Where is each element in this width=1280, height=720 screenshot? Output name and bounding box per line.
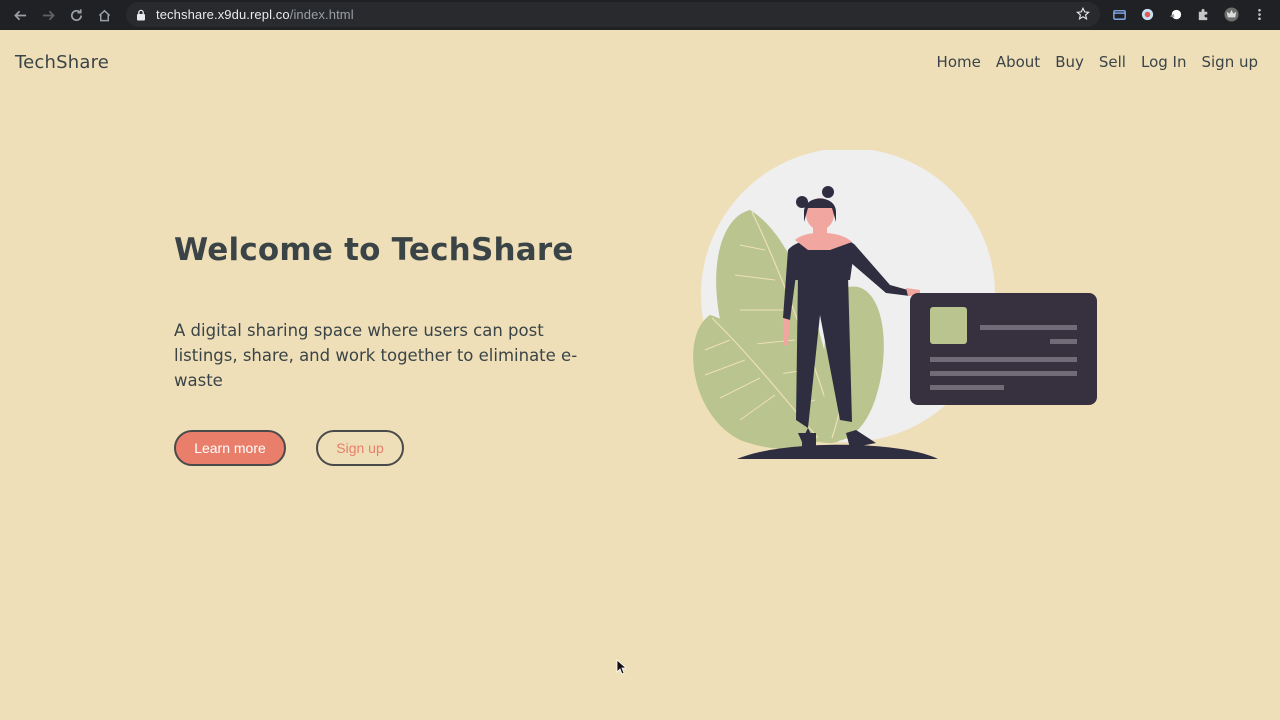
menu-icon[interactable] xyxy=(1248,3,1270,25)
nav-log-in[interactable]: Log In xyxy=(1141,53,1187,71)
nav-sell[interactable]: Sell xyxy=(1099,53,1126,71)
site-header: TechShare Home About Buy Sell Log In Sig… xyxy=(0,30,1280,94)
nav-home[interactable]: Home xyxy=(937,53,981,71)
url-path: /index.html xyxy=(289,7,354,22)
hero-title: Welcome to TechShare xyxy=(174,232,574,268)
hero-illustration xyxy=(693,150,1097,459)
tab-search-icon[interactable] xyxy=(1108,3,1130,25)
site-brand[interactable]: TechShare xyxy=(15,52,109,73)
mouse-cursor-icon xyxy=(616,659,626,675)
nav-buy[interactable]: Buy xyxy=(1055,53,1084,71)
avatar[interactable] xyxy=(1220,3,1242,25)
sign-up-button[interactable]: Sign up xyxy=(316,430,404,466)
star-icon[interactable] xyxy=(1076,7,1090,21)
main-nav: Home About Buy Sell Log In Sign up xyxy=(937,53,1258,71)
extension-icon[interactable] xyxy=(1164,3,1186,25)
extensions-bar xyxy=(1108,3,1270,25)
forward-icon[interactable] xyxy=(34,1,62,29)
url-text: techshare.x9du.repl.co/index.html xyxy=(156,7,354,22)
address-bar[interactable]: techshare.x9du.repl.co/index.html xyxy=(126,2,1100,27)
extension-icon[interactable] xyxy=(1136,3,1158,25)
back-icon[interactable] xyxy=(6,1,34,29)
reload-icon[interactable] xyxy=(62,1,90,29)
lock-icon xyxy=(137,9,145,20)
hero-description: A digital sharing space where users can … xyxy=(174,321,578,390)
nav-about[interactable]: About xyxy=(996,53,1040,71)
nav-sign-up[interactable]: Sign up xyxy=(1201,53,1258,71)
learn-more-button[interactable]: Learn more xyxy=(174,430,286,466)
home-icon[interactable] xyxy=(90,1,118,29)
card-illustration xyxy=(910,293,1097,405)
puzzle-icon[interactable] xyxy=(1192,3,1214,25)
url-host: techshare.x9du.repl.co xyxy=(156,7,290,22)
browser-toolbar: techshare.x9du.repl.co/index.html xyxy=(0,0,1280,30)
